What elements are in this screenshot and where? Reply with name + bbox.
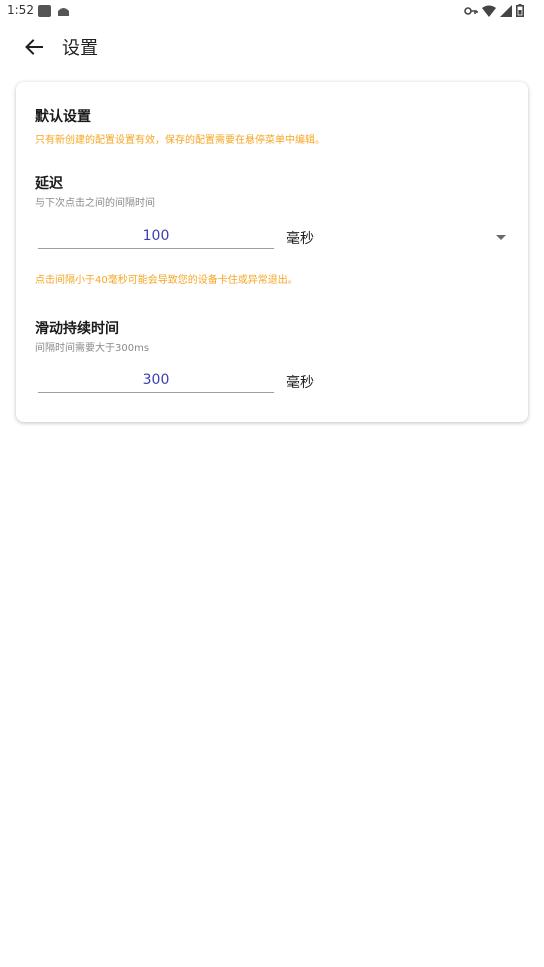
wifi-icon	[482, 5, 496, 17]
android-icon	[58, 8, 69, 16]
vpn-key-icon	[464, 6, 478, 15]
swipe-duration-title: 滑动持续时间	[35, 321, 119, 337]
status-left-icons	[38, 5, 70, 17]
swipe-duration-unit: 毫秒	[286, 375, 314, 391]
arrow-left-icon	[25, 39, 43, 55]
delay-unit-select[interactable]: 毫秒	[286, 228, 314, 248]
swipe-duration-input[interactable]	[38, 368, 274, 392]
battery-icon	[516, 4, 524, 17]
default-settings-hint: 只有新创建的配置设置有效，保存的配置需要在悬停菜单中编辑。	[35, 135, 325, 146]
swipe-duration-field[interactable]	[38, 368, 274, 393]
page-title: 设置	[62, 38, 98, 59]
delay-warning: 点击间隔小于40毫秒可能会导致您的设备卡住或异常退出。	[35, 275, 298, 286]
status-bar: 1:52	[0, 0, 544, 22]
back-button[interactable]	[14, 27, 54, 67]
delay-title: 延迟	[35, 176, 63, 192]
status-time: 1:52	[7, 3, 34, 17]
swipe-duration-subtitle: 间隔时间需要大于300ms	[35, 343, 150, 354]
delay-subtitle: 与下次点击之间的间隔时间	[35, 198, 155, 209]
dropdown-arrow-icon[interactable]	[496, 235, 506, 240]
delay-input[interactable]	[38, 224, 274, 248]
signal-icon	[500, 4, 512, 17]
default-settings-title: 默认设置	[35, 109, 91, 125]
notification-icon	[38, 5, 51, 17]
delay-field[interactable]	[38, 224, 274, 249]
toolbar: 设置	[0, 22, 544, 72]
status-right-icons	[464, 4, 524, 17]
settings-card: 默认设置 只有新创建的配置设置有效，保存的配置需要在悬停菜单中编辑。 延迟 与下…	[16, 82, 528, 422]
